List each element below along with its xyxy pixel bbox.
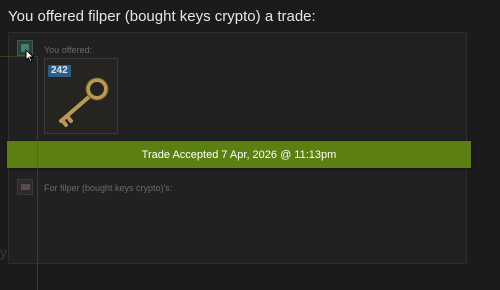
offered-label: You offered: <box>44 45 93 55</box>
partner-items-label: For filper (bought keys crypto)'s: <box>44 183 173 193</box>
offered-item-card[interactable]: 242 <box>44 58 118 134</box>
trade-status-banner: Trade Accepted 7 Apr, 2026 @ 11:13pm <box>7 141 471 168</box>
ghost-text: y <box>0 244 7 260</box>
mouse-pointer-icon <box>25 49 35 63</box>
guide-line-vertical <box>37 56 38 290</box>
partner-avatar[interactable] <box>17 179 33 195</box>
trade-heading: You offered filper (bought keys crypto) … <box>8 8 316 25</box>
key-icon <box>59 77 109 127</box>
